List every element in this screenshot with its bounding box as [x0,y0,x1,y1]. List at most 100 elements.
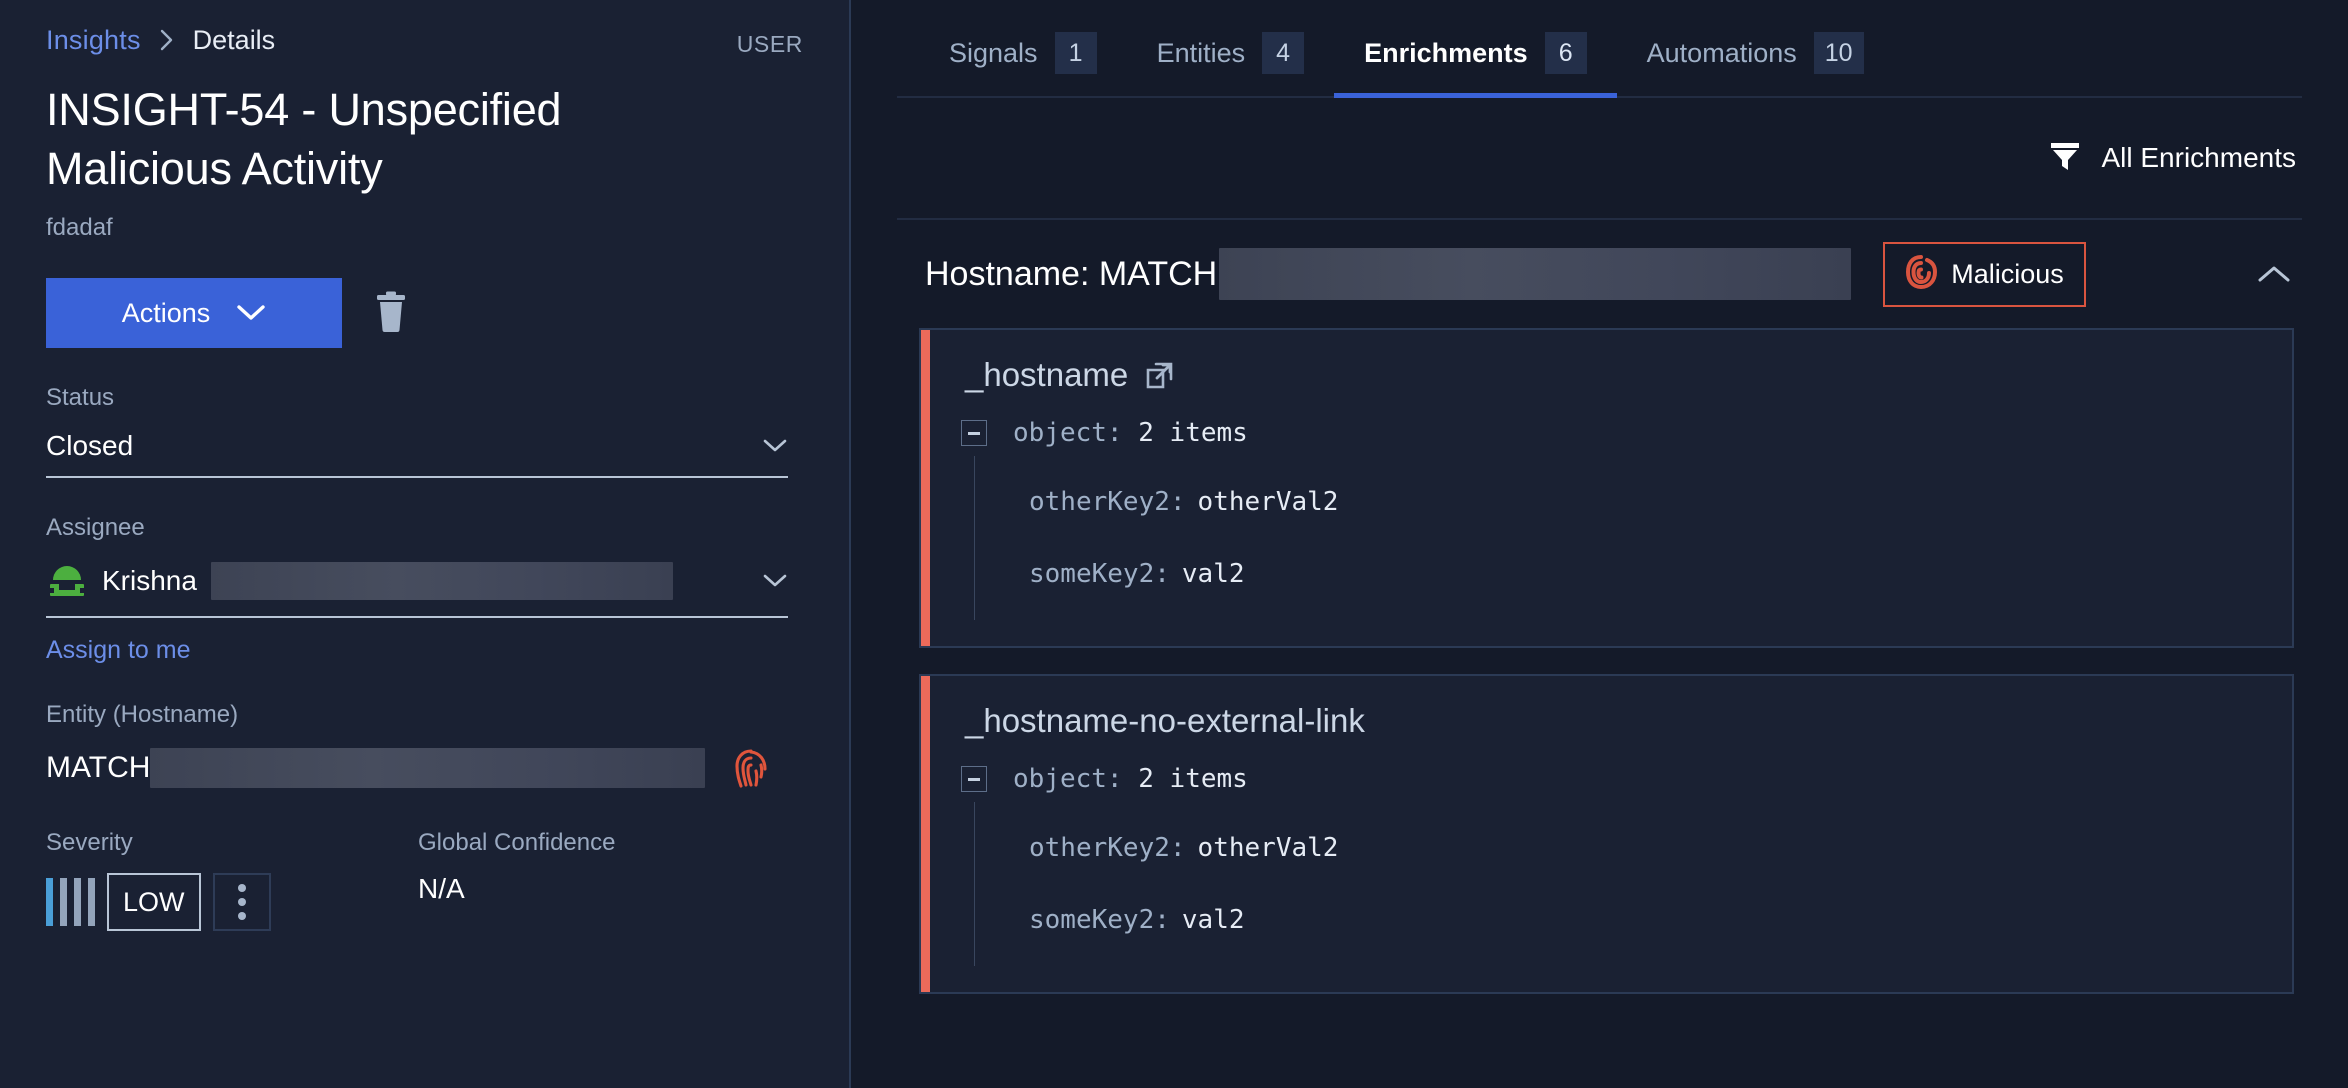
tab-entities-badge: 4 [1262,32,1304,74]
assign-to-me-link[interactable]: Assign to me [46,636,191,665]
tab-automations[interactable]: Automations 10 [1617,32,1894,96]
severity-block: Severity LOW [46,829,418,931]
tab-enrichments-label: Enrichments [1364,38,1528,69]
entity-value-row: MATCH [46,747,803,789]
assignee-value-wrap: Krishna [46,560,762,602]
json-key: someKey2 [1029,905,1154,935]
enrichment-card-title: _hostname [965,356,1128,394]
breadcrumb-current-details: Details [193,25,276,56]
collapse-minus-icon[interactable] [961,766,987,792]
all-enrichments-filter-button[interactable]: All Enrichments [2049,141,2296,176]
collapse-minus-icon[interactable] [961,420,987,446]
chevron-up-icon[interactable] [2256,263,2292,285]
trash-icon [372,290,410,337]
enrichment-card-body: _hostname-no-external-link object: 2 ite… [921,702,2292,966]
page-title: INSIGHT-54 - Unspecified Malicious Activ… [46,80,666,198]
global-confidence-value: N/A [418,873,615,905]
json-key: someKey2 [1029,559,1154,589]
json-tree: object: 2 items otherKey2:otherVal2 some… [961,410,2292,620]
tab-signals-badge: 1 [1055,32,1097,74]
chevron-down-icon [762,438,788,454]
chevron-down-icon [236,304,266,322]
json-value: otherVal2 [1198,833,1339,863]
global-confidence-label: Global Confidence [418,829,615,857]
delete-insight-button[interactable] [368,287,414,339]
tab-automations-badge: 10 [1814,32,1864,74]
json-value: val2 [1182,559,1245,589]
json-row: someKey2:val2 [1029,884,2292,956]
assignee-name: Krishna [102,565,197,597]
severity-bar-3 [74,878,81,926]
chevron-down-icon [762,573,788,589]
json-row: otherKey2:otherVal2 [1029,812,2292,884]
severity-label: Severity [46,829,418,857]
json-row: otherKey2:otherVal2 [1029,466,2292,538]
entity-label: Entity (Hostname) [46,701,803,729]
tab-bar: Signals 1 Entities 4 Enrichments 6 Autom… [897,0,2302,98]
status-select[interactable]: Closed [46,430,788,478]
json-row: someKey2:val2 [1029,538,2292,610]
enrichment-card-header: _hostname-no-external-link [961,702,2292,740]
chevron-right-icon [159,28,175,52]
tab-enrichments-badge: 6 [1545,32,1587,74]
json-children: otherKey2:otherVal2 someKey2:val2 [974,456,2292,620]
insight-subtitle: fdadaf [46,214,803,242]
kebab-menu-icon[interactable] [213,873,271,931]
enrichment-card: _hostname object: [919,328,2294,648]
tab-signals-label: Signals [949,38,1038,69]
json-root-count: 2 items [1138,418,1248,448]
severity-bar-4 [88,878,95,926]
status-value: Closed [46,430,133,462]
tab-signals[interactable]: Signals 1 [919,32,1127,96]
json-root-label: object: 2 items [1013,764,1248,794]
assignee-label: Assignee [46,514,803,542]
tab-entities[interactable]: Entities 4 [1127,32,1335,96]
action-toolbar: Actions [46,278,803,348]
json-root-label: object: 2 items [1013,418,1248,448]
card-accent-bar [921,330,930,646]
assignee-field: Assignee Krishna [46,514,803,665]
status-label: Status [46,384,803,412]
json-root-type: object: [1013,418,1123,448]
funnel-icon [2049,141,2081,176]
enrichment-group-title: Hostname: MATCH [925,255,1217,294]
json-root-row: object: 2 items [961,756,2292,802]
tab-entities-label: Entities [1157,38,1246,69]
tab-enrichments[interactable]: Enrichments 6 [1334,32,1617,96]
assignee-select[interactable]: Krishna [46,560,788,618]
severity-bar-1 [46,878,53,926]
fingerprint-icon [1905,254,1937,295]
severity-bar-2 [60,878,67,926]
tab-automations-label: Automations [1647,38,1797,69]
breadcrumb-link-insights[interactable]: Insights [46,25,141,56]
fingerprint-icon[interactable] [733,747,769,789]
entity-value: MATCH [46,751,150,785]
redacted-hostname-block [1219,248,1851,300]
metrics-row: Severity LOW Global Confidence N/ [46,829,803,931]
redacted-assignee-block [211,562,673,600]
severity-control: LOW [46,873,418,931]
json-root-row: object: 2 items [961,410,2292,456]
breadcrumb: Insights Details [46,0,803,52]
app-root: Insights Details USER INSIGHT-54 - Unspe… [0,0,2348,1088]
global-confidence-block: Global Confidence N/A [418,829,615,931]
malicious-verdict-badge[interactable]: Malicious [1883,242,2086,307]
card-accent-bar [921,676,930,992]
entity-field: Entity (Hostname) MATCH [46,701,803,789]
malicious-verdict-label: Malicious [1951,259,2064,290]
enrichment-card-title: _hostname-no-external-link [965,702,1365,740]
json-root-count: 2 items [1138,764,1248,794]
actions-button[interactable]: Actions [46,278,342,348]
severity-badge: LOW [107,873,201,931]
enrichment-card-header: _hostname [961,356,2292,394]
redacted-entity-block [150,748,705,788]
enrichment-card-body: _hostname object: [921,356,2292,620]
severity-bars [46,873,107,931]
json-root-type: object: [1013,764,1123,794]
json-value: otherVal2 [1198,487,1339,517]
all-enrichments-filter-label: All Enrichments [2101,142,2296,174]
external-link-icon[interactable] [1146,361,1174,389]
enrichment-card: _hostname-no-external-link object: 2 ite… [919,674,2294,994]
status-field: Status Closed [46,384,803,478]
json-children: otherKey2:otherVal2 someKey2:val2 [974,802,2292,966]
